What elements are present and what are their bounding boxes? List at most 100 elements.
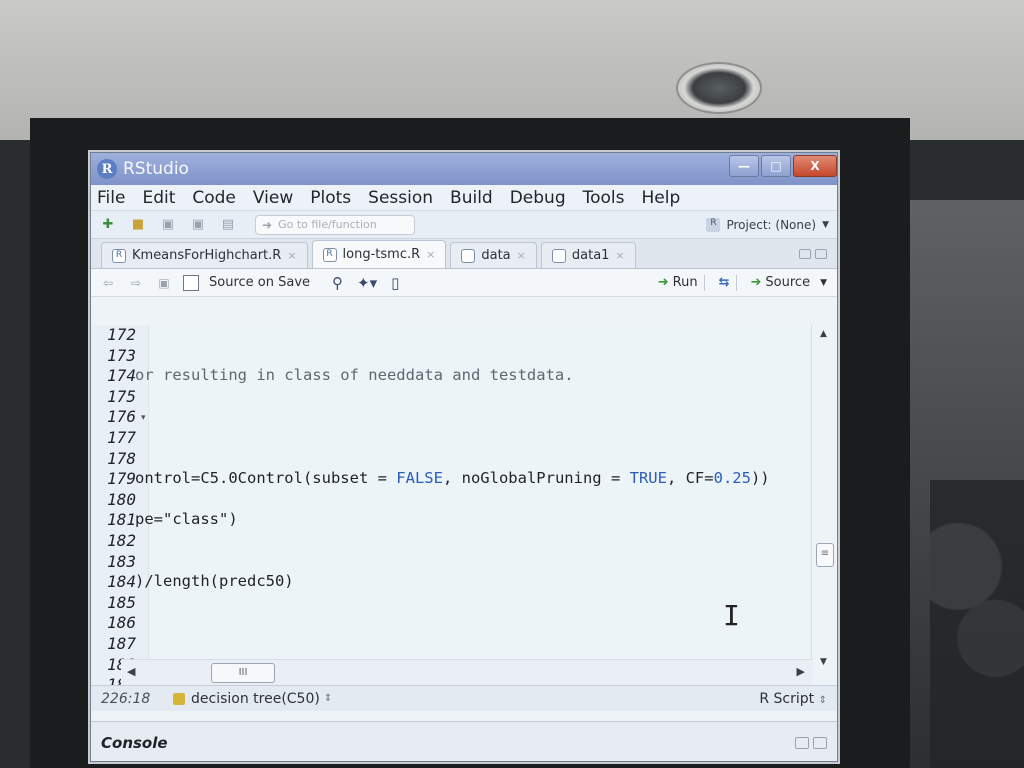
menu-build[interactable]: Build — [450, 188, 493, 208]
vertical-scroll-thumb[interactable]: ≡ — [816, 543, 834, 567]
code-line[interactable] — [135, 387, 775, 408]
forward-arrow-icon[interactable]: ⇨ — [127, 274, 145, 292]
horizontal-scrollbar[interactable]: ◀ III ▶ — [121, 659, 813, 685]
minimize-pane-icon[interactable] — [799, 248, 811, 259]
goto-placeholder: Go to file/function — [278, 218, 377, 231]
window-title: RStudio — [123, 159, 189, 179]
project-menu[interactable]: R Project: (None) ▼ — [706, 217, 829, 232]
updown-icon: ⇕ — [818, 694, 827, 706]
scope-selector[interactable]: decision tree(C50) — [191, 691, 320, 707]
code-line[interactable] — [135, 428, 775, 449]
code-line[interactable] — [135, 325, 775, 346]
code-line[interactable] — [135, 407, 775, 428]
chevron-down-icon: ▼ — [822, 219, 829, 230]
code-line[interactable] — [135, 490, 775, 511]
scroll-right-icon[interactable]: ▶ — [797, 665, 805, 678]
scroll-left-icon[interactable]: ◀ — [127, 665, 135, 678]
scroll-down-icon[interactable]: ▼ — [820, 657, 827, 667]
project-label: Project: (None) — [726, 217, 817, 232]
source-on-save-checkbox[interactable] — [183, 274, 199, 291]
code-line[interactable] — [135, 613, 775, 634]
tab-data1[interactable]: data1 × — [540, 242, 636, 268]
close-tab-icon[interactable]: × — [615, 249, 624, 262]
r-file-icon: R — [322, 247, 337, 262]
rerun-icon[interactable]: ⇆ — [719, 275, 730, 290]
code-line[interactable] — [135, 552, 775, 573]
chevron-down-icon[interactable]: ▼ — [820, 278, 827, 288]
project-icon: R — [706, 217, 721, 232]
maximize-button[interactable]: □ — [761, 155, 791, 177]
r-file-icon: R — [112, 248, 126, 263]
table-icon — [551, 248, 566, 263]
open-folder-icon[interactable]: ■ — [127, 216, 149, 234]
pane-controls — [799, 248, 827, 259]
close-button[interactable]: X — [793, 155, 837, 177]
restore-pane-icon[interactable] — [795, 736, 809, 749]
code-line[interactable]: ontrol=C5.0Control(subset = FALSE, noGlo… — [135, 469, 775, 490]
maximize-pane-icon[interactable] — [813, 736, 827, 749]
editor-toolbar: ⇦ ⇨ ▣ Source on Save ⚲ ✦▾ ▯ ➜ Run ⇆ ➜ So… — [91, 269, 837, 297]
print-icon[interactable]: ▤ — [217, 216, 239, 234]
source-on-save-label: Source on Save — [209, 275, 311, 290]
menu-debug[interactable]: Debug — [510, 188, 566, 208]
tab-data[interactable]: data × — [450, 242, 537, 268]
compile-report-icon[interactable]: ▯ — [391, 274, 399, 292]
console-pane-header[interactable]: Console — [91, 721, 837, 761]
menu-file[interactable]: File — [97, 188, 125, 208]
title-bar[interactable]: R RStudio — □ X — [91, 153, 837, 185]
minimize-button[interactable]: — — [729, 155, 759, 177]
maximize-pane-icon[interactable] — [815, 248, 827, 259]
code-line[interactable]: or resulting in class of needdata and te… — [135, 366, 775, 387]
tab-label: long-tsmc.R — [342, 247, 421, 262]
tab-long-tsmc-r[interactable]: Rlong-tsmc.R × — [311, 240, 447, 268]
run-button[interactable]: Run — [673, 275, 698, 290]
updown-icon: ⇕ — [323, 693, 333, 704]
magic-wand-icon[interactable]: ✦▾ — [357, 274, 377, 292]
run-controls: ➜ Run ⇆ ➜ Source ▼ — [650, 274, 827, 291]
editor-tabs: R KmeansForHighchart.R × Rlong-tsmc.R × data ×… — [91, 239, 837, 269]
menu-help[interactable]: Help — [642, 188, 681, 208]
file-type-selector[interactable]: R Script ⇕ — [759, 691, 827, 707]
code-editor[interactable]: 172 173 174 175 176 ▾ 177 178 179 180 181 182 183 184… — [91, 325, 837, 715]
menu-plots[interactable]: Plots — [310, 188, 351, 208]
close-tab-icon[interactable]: × — [426, 248, 435, 261]
code-line[interactable] — [135, 531, 775, 552]
save-all-icon[interactable]: ▣ — [187, 216, 209, 234]
console-label: Console — [101, 733, 168, 752]
save-file-icon[interactable]: ▣ — [155, 274, 173, 292]
vertical-scrollbar[interactable]: ▲ ≡ ▼ — [811, 325, 837, 675]
source-button[interactable]: Source — [765, 275, 810, 290]
scroll-up-icon[interactable]: ▲ — [820, 329, 827, 339]
code-area[interactable]: or resulting in class of needdata and te… — [135, 325, 775, 707]
menu-session[interactable]: Session — [368, 188, 433, 208]
back-arrow-icon[interactable]: ⇦ — [99, 274, 117, 292]
code-line[interactable]: )/length(predc50) — [135, 572, 775, 593]
code-line[interactable] — [135, 593, 775, 614]
menu-tools[interactable]: Tools — [583, 188, 625, 208]
goto-file-function-input[interactable]: ➜ Go to file/function — [255, 214, 415, 235]
function-scope-icon — [173, 692, 185, 705]
rstudio-logo-icon: R — [97, 159, 117, 179]
menu-code[interactable]: Code — [192, 188, 236, 208]
horizontal-scroll-thumb[interactable]: III — [211, 663, 275, 683]
close-tab-icon[interactable]: × — [287, 249, 296, 262]
console-pane-controls — [795, 736, 827, 749]
code-line[interactable] — [135, 346, 775, 367]
cursor-position: 226:18 — [101, 690, 151, 707]
table-icon — [461, 248, 476, 263]
file-type-label: R Script — [759, 690, 815, 707]
new-file-icon[interactable]: ✚ — [97, 216, 119, 234]
menu-edit[interactable]: Edit — [142, 188, 175, 208]
code-line[interactable] — [135, 449, 775, 470]
divider — [735, 274, 737, 291]
tab-kmeansforhighchart-r[interactable]: R KmeansForHighchart.R × — [101, 242, 308, 268]
search-icon[interactable]: ⚲ — [332, 274, 343, 292]
source-arrow-icon: ➜ — [750, 275, 762, 290]
menu-view[interactable]: View — [253, 188, 293, 208]
code-line[interactable] — [135, 634, 775, 655]
goto-arrow-icon: ➜ — [262, 217, 273, 232]
close-tab-icon[interactable]: × — [517, 249, 526, 262]
ceiling-light — [676, 62, 762, 114]
code-line[interactable]: pe="class") — [135, 510, 775, 531]
save-icon[interactable]: ▣ — [157, 216, 179, 234]
